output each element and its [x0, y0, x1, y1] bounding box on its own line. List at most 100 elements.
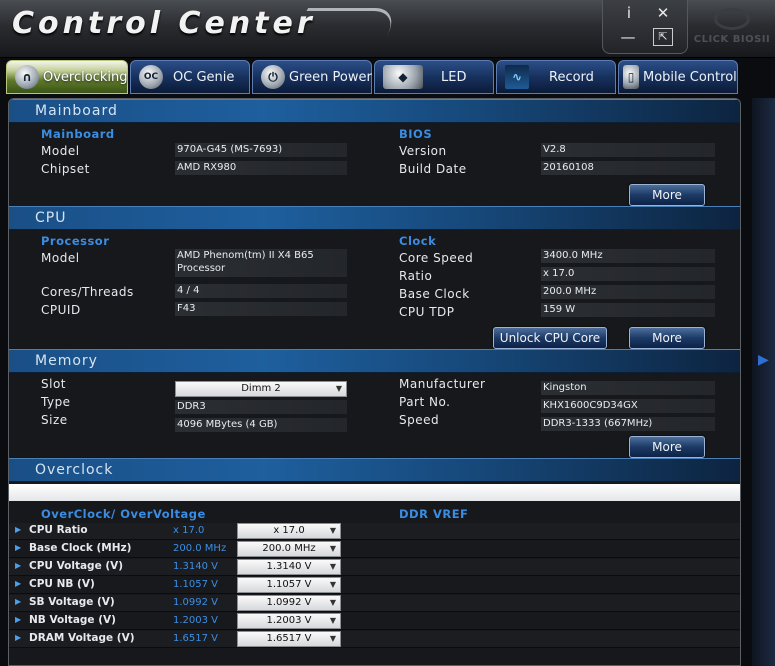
mainboard-more-button[interactable]: More — [629, 184, 705, 206]
record-icon: ∿ — [505, 65, 529, 89]
bios-version-value: V2.8 — [541, 143, 715, 157]
oc-select[interactable]: 200.0 MHz ▼ — [237, 541, 341, 557]
restore-button[interactable]: ⇱ — [653, 28, 673, 46]
oc-row-dram-voltage[interactable]: ▶ DRAM Voltage (V) 1.6517 V 1.6517 V ▼ — [9, 631, 740, 648]
oc-select-value: 1.0992 V — [266, 597, 312, 608]
cpu-section: Processor Model AMD Phenom(tm) II X4 B65… — [9, 230, 740, 349]
title-swoosh — [291, 8, 404, 36]
overclock-header: Overclock — [9, 458, 740, 482]
ratio-label: Ratio — [399, 269, 433, 283]
oc-current-value: 1.3140 V — [173, 561, 219, 572]
cpuid-value: F43 — [175, 302, 347, 316]
oc-select[interactable]: 1.6517 V ▼ — [237, 631, 341, 647]
close-button[interactable]: ✕ — [655, 4, 671, 22]
memory-more-button[interactable]: More — [629, 436, 705, 458]
oc-current-value: 1.1057 V — [173, 579, 219, 590]
app-title: Control Center — [12, 6, 316, 41]
oc-select[interactable]: 1.3140 V ▼ — [237, 559, 341, 575]
slot-select-value: Dimm 2 — [241, 383, 281, 394]
oc-select-value: x 17.0 — [273, 525, 305, 536]
chevron-down-icon: ▼ — [329, 598, 336, 607]
title-bar: Control Center i ✕ — ⇱ CLICK BIOSII — [0, 0, 775, 58]
cpu-more-button[interactable]: More — [629, 327, 705, 349]
oc-name: CPU NB (V) — [29, 578, 95, 590]
memory-section: Slot Dimm 2 ▼ Type DDR3 Size 4096 MBytes… — [9, 373, 740, 458]
oc-current-value: 200.0 MHz — [173, 543, 227, 554]
tab-label: LED — [441, 69, 467, 85]
tab-label: Mobile Control — [643, 69, 737, 85]
side-panel-strip: ▶ — [752, 98, 775, 666]
click-bios-label: CLICK BIOSII — [693, 34, 771, 45]
tab-label: Record — [549, 69, 594, 85]
power-icon: ⏻ — [261, 65, 285, 89]
window-controls: i ✕ — ⇱ — [602, 0, 688, 54]
oc-select-value: 1.2003 V — [266, 615, 312, 626]
ddr-vref-subtitle: DDR VREF — [399, 507, 469, 521]
memory-size-label: Size — [41, 413, 68, 427]
tab-mobile-control[interactable]: ▯ Mobile Control — [618, 60, 738, 94]
oc-row-sb-voltage[interactable]: ▶ SB Voltage (V) 1.0992 V 1.0992 V ▼ — [9, 595, 740, 612]
chevron-down-icon: ▼ — [329, 634, 336, 643]
processor-subtitle: Processor — [41, 234, 110, 248]
cpu-model-value: AMD Phenom(tm) II X4 B65 Processor — [175, 249, 347, 277]
tab-label: Green Power — [289, 69, 372, 85]
oc-current-value: 1.0992 V — [173, 597, 219, 608]
memory-header: Memory — [9, 349, 740, 373]
mainboard-section: Mainboard Model 970A-G45 (MS-7693) Chips… — [9, 123, 740, 206]
build-date-value: 20160108 — [541, 161, 715, 175]
manufacturer-label: Manufacturer — [399, 377, 486, 391]
info-button[interactable]: i — [621, 4, 637, 22]
oc-genie-icon: OC — [139, 65, 163, 89]
oc-select-value: 200.0 MHz — [262, 543, 316, 554]
tab-record[interactable]: ∿ Record — [496, 60, 616, 94]
unlock-cpu-core-button[interactable]: Unlock CPU Core — [493, 327, 607, 349]
expand-arrow-icon[interactable]: ▶ — [15, 525, 21, 534]
minimize-button[interactable]: — — [619, 28, 637, 46]
oc-row-nb-voltage[interactable]: ▶ NB Voltage (V) 1.2003 V 1.2003 V ▼ — [9, 613, 740, 630]
memory-size-value: 4096 MBytes (4 GB) — [175, 418, 347, 432]
expand-arrow-icon[interactable]: ▶ — [15, 561, 21, 570]
oc-select-value: 1.6517 V — [266, 633, 312, 644]
base-clock-value: 200.0 MHz — [541, 285, 715, 299]
base-clock-label: Base Clock — [399, 287, 470, 301]
section-title: CPU — [35, 210, 67, 226]
click-bios-icon — [714, 8, 750, 30]
oc-row-cpu-nb[interactable]: ▶ CPU NB (V) 1.1057 V 1.1057 V ▼ — [9, 577, 740, 594]
oc-name: SB Voltage (V) — [29, 596, 115, 608]
slot-select[interactable]: Dimm 2 ▼ — [175, 381, 347, 397]
tab-overclocking[interactable]: ∩ Overclocking — [6, 60, 128, 94]
tab-led[interactable]: ◆ LED — [374, 60, 494, 94]
tab-label: Overclocking — [43, 69, 128, 85]
oc-select[interactable]: 1.1057 V ▼ — [237, 577, 341, 593]
tab-green-power[interactable]: ⏻ Green Power — [252, 60, 372, 94]
expand-arrow-icon[interactable]: ▶ — [15, 543, 21, 552]
oc-select[interactable]: x 17.0 ▼ — [237, 523, 341, 539]
cpuid-label: CPUID — [41, 303, 81, 317]
chevron-down-icon: ▼ — [335, 384, 342, 393]
overvoltage-subtitle: OverClock/ OverVoltage — [41, 507, 206, 521]
expand-arrow-icon[interactable]: ▶ — [15, 579, 21, 588]
oc-row-cpu-ratio[interactable]: ▶ CPU Ratio x 17.0 x 17.0 ▼ — [9, 523, 740, 540]
expand-arrow-icon[interactable]: ▶ — [15, 615, 21, 624]
led-icon: ◆ — [383, 65, 423, 89]
oc-current-value: 1.6517 V — [173, 633, 219, 644]
memory-speed-value: DDR3-1333 (667MHz) — [541, 417, 715, 431]
overclock-progress-bar — [9, 484, 740, 501]
mainboard-header: Mainboard — [9, 99, 740, 123]
oc-row-cpu-voltage[interactable]: ▶ CPU Voltage (V) 1.3140 V 1.3140 V ▼ — [9, 559, 740, 576]
chipset-label: Chipset — [41, 162, 90, 176]
tab-oc-genie[interactable]: OC OC Genie — [130, 60, 250, 94]
expand-arrow-icon[interactable]: ▶ — [15, 633, 21, 642]
cpu-tdp-label: CPU TDP — [399, 305, 455, 319]
expand-arrow-icon[interactable]: ▶ — [758, 352, 769, 368]
section-title: Memory — [35, 353, 98, 369]
model-value: 970A-G45 (MS-7693) — [175, 143, 347, 157]
oc-name: NB Voltage (V) — [29, 614, 116, 626]
cpu-tdp-value: 159 W — [541, 303, 715, 317]
oc-select[interactable]: 1.0992 V ▼ — [237, 595, 341, 611]
expand-arrow-icon[interactable]: ▶ — [15, 597, 21, 606]
memory-speed-label: Speed — [399, 413, 440, 427]
oc-select[interactable]: 1.2003 V ▼ — [237, 613, 341, 629]
oc-row-base-clock[interactable]: ▶ Base Clock (MHz) 200.0 MHz 200.0 MHz ▼ — [9, 541, 740, 558]
gauge-icon: ∩ — [15, 65, 39, 89]
